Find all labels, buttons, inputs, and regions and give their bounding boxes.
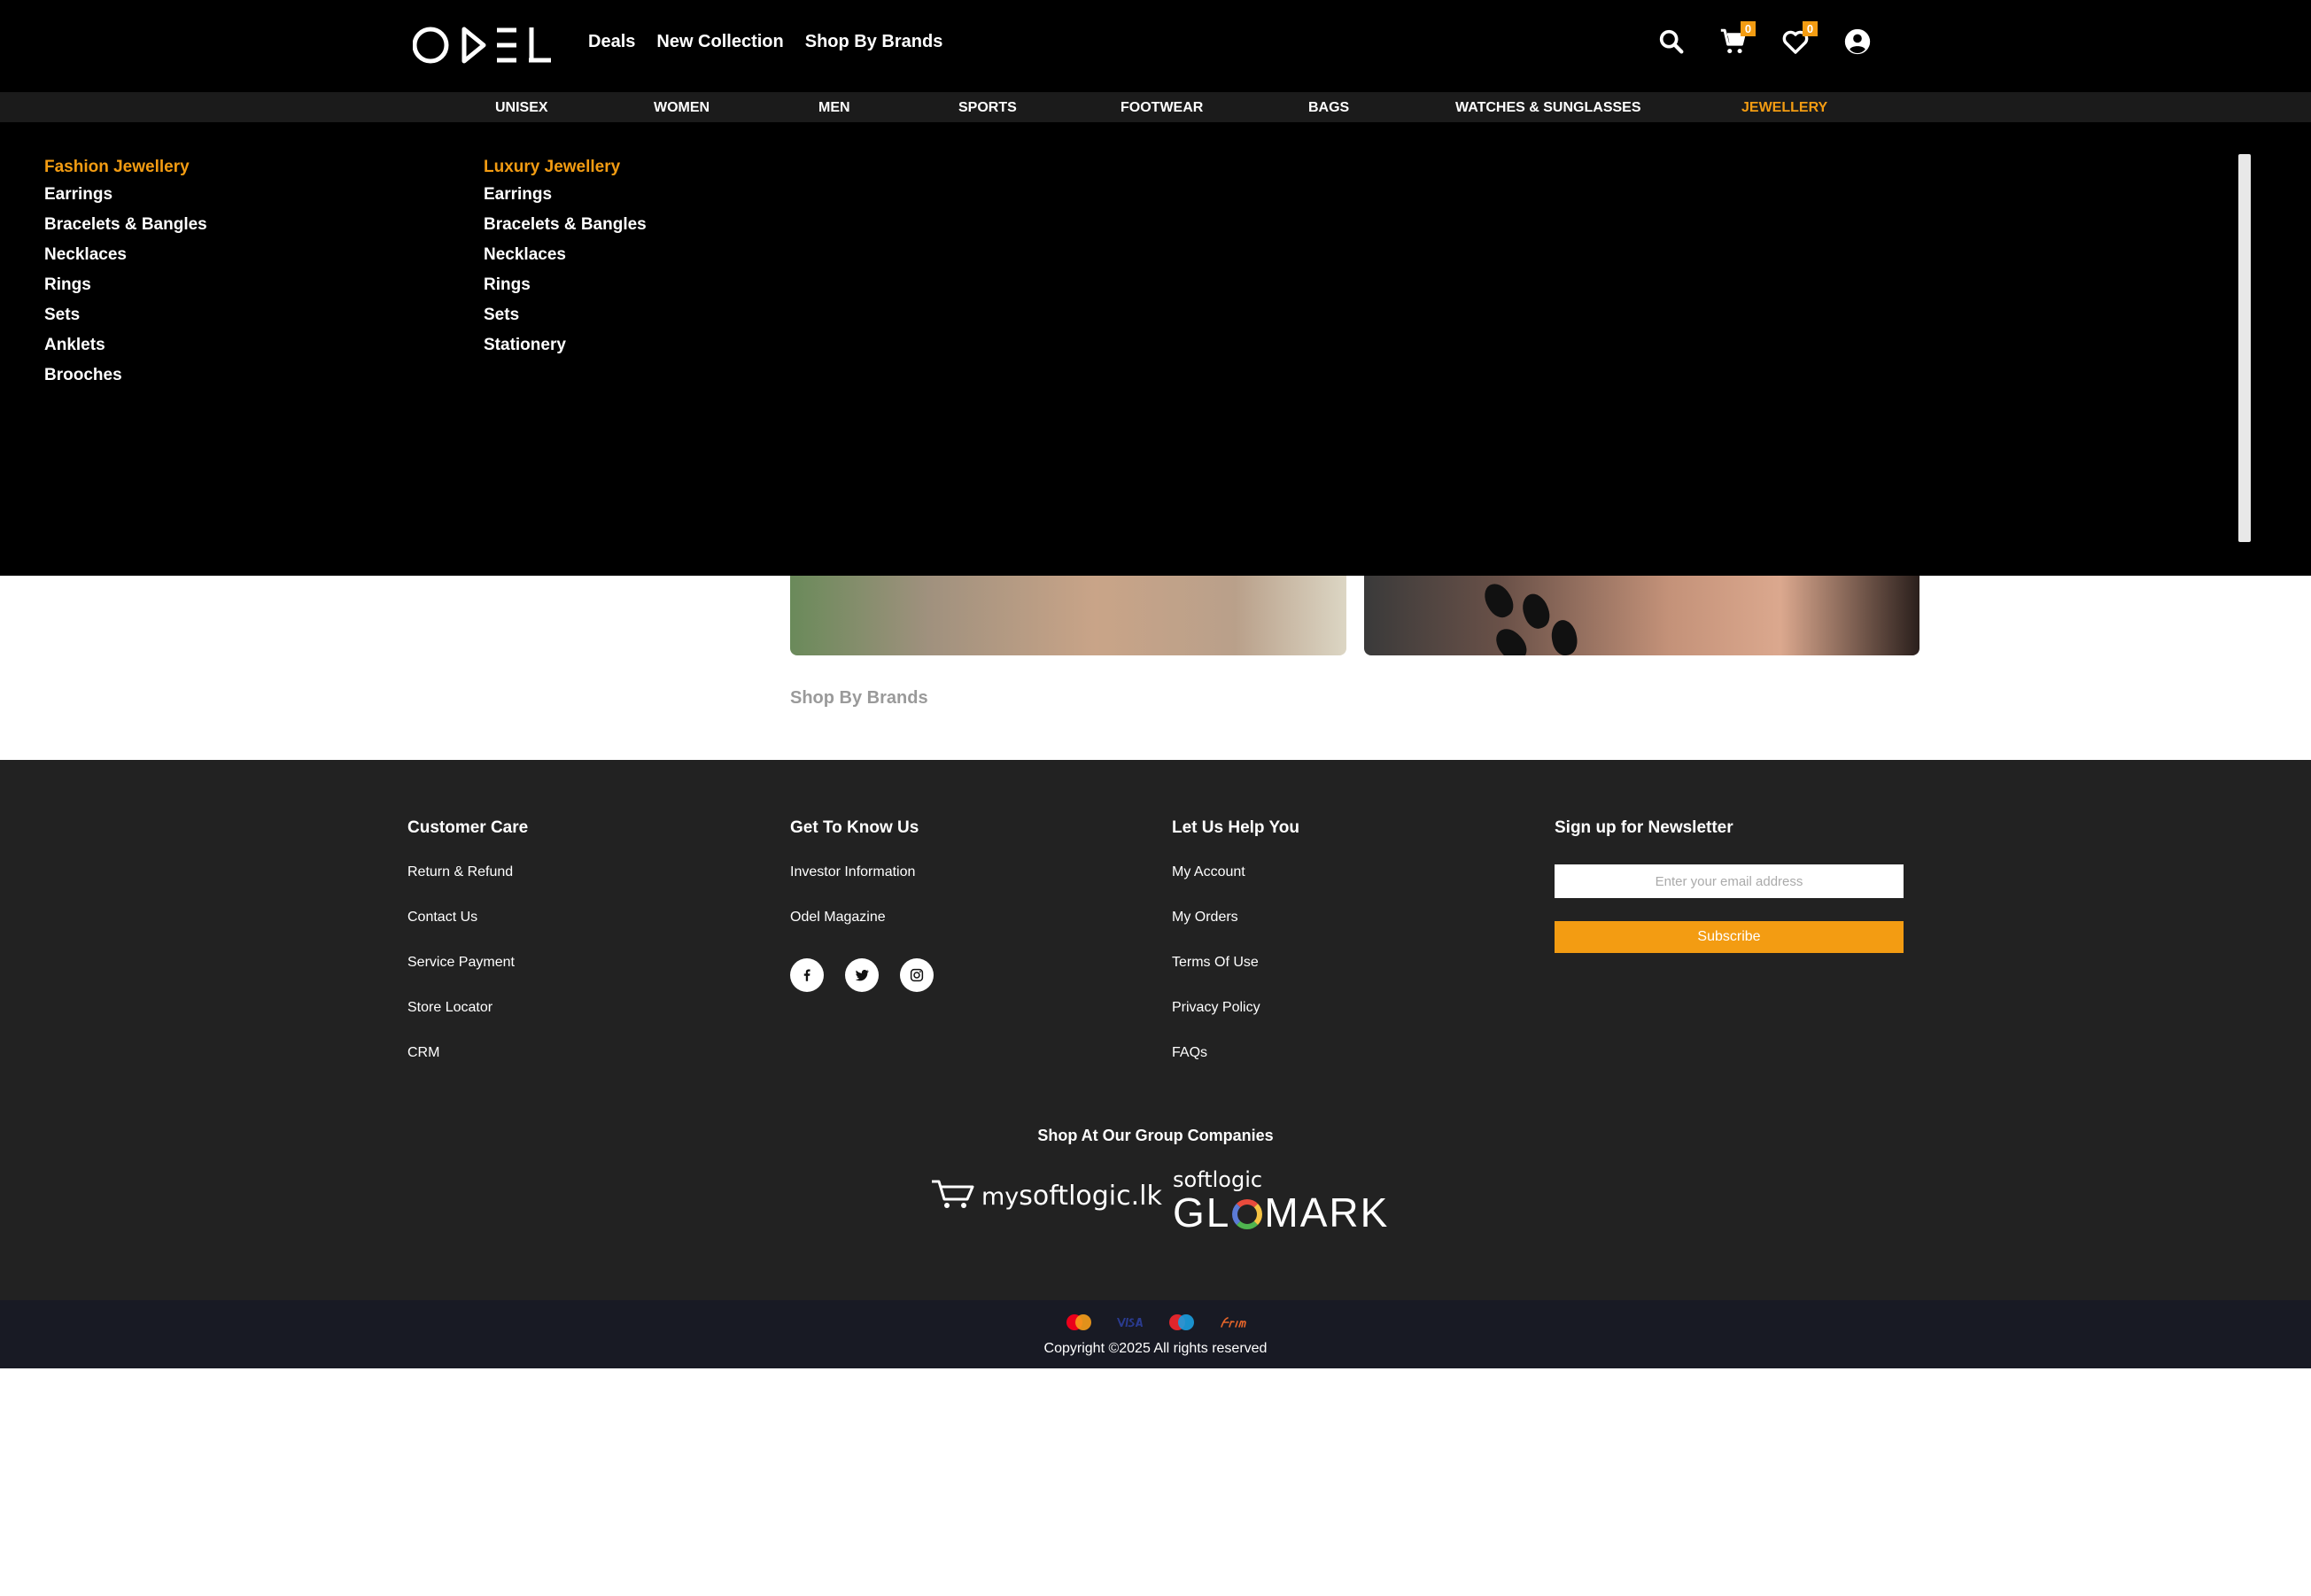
footer-heading-let-us-help-you: Let Us Help You xyxy=(1172,818,1299,837)
mysoftlogic-logo[interactable]: mysoftlogic.lk xyxy=(930,1176,1162,1212)
visa-icon xyxy=(1114,1313,1146,1332)
footer-heading-customer-care: Customer Care xyxy=(407,818,529,837)
category-jewellery[interactable]: JEWELLERY xyxy=(1741,100,1827,116)
menu-item-rings[interactable]: Rings xyxy=(484,276,647,306)
menu-item-necklaces[interactable]: Necklaces xyxy=(44,246,207,276)
category-bar: UNISEX WOMEN MEN SPORTS FOOTWEAR BAGS WA… xyxy=(0,92,2311,122)
footer-link-store-locator[interactable]: Store Locator xyxy=(407,1000,528,1045)
menu-heading-fashion-jewellery[interactable]: Fashion Jewellery xyxy=(44,158,207,177)
menu-column-luxury-jewellery: Luxury Jewellery Earrings Bracelets & Ba… xyxy=(484,158,647,367)
menu-item-anklets[interactable]: Anklets xyxy=(44,337,207,367)
jewellery-mega-menu: Fashion Jewellery Earrings Bracelets & B… xyxy=(0,122,2311,576)
copyright-text: Copyright ©2025 All rights reserved xyxy=(1043,1341,1268,1356)
footer-link-service-payment[interactable]: Service Payment xyxy=(407,955,528,1000)
category-footwear[interactable]: FOOTWEAR xyxy=(1121,100,1203,116)
footer-link-faqs[interactable]: FAQs xyxy=(1172,1045,1299,1090)
glomark-logo[interactable]: softlogic GL MARK xyxy=(1173,1169,1389,1235)
newsletter-email-input[interactable] xyxy=(1555,864,1904,898)
wishlist-count-badge: 0 xyxy=(1803,21,1818,36)
menu-item-earrings[interactable]: Earrings xyxy=(484,186,647,216)
menu-item-earrings[interactable]: Earrings xyxy=(44,186,207,216)
instagram-icon[interactable] xyxy=(900,958,934,992)
subscribe-button[interactable]: Subscribe xyxy=(1555,921,1904,953)
footer-link-terms-of-use[interactable]: Terms Of Use xyxy=(1172,955,1299,1000)
category-women[interactable]: WOMEN xyxy=(654,100,710,116)
mysoftlogic-my: my xyxy=(981,1183,1020,1211)
menu-item-bracelets-bangles[interactable]: Bracelets & Bangles xyxy=(484,216,647,246)
glomark-text-a: GL xyxy=(1173,1189,1231,1236)
glomark-ring-icon xyxy=(1232,1199,1263,1229)
cart-count-badge: 0 xyxy=(1741,21,1756,36)
nav-deals[interactable]: Deals xyxy=(588,32,635,52)
heart-icon[interactable]: 0 xyxy=(1780,21,1818,57)
footer-let-us-help-you: Let Us Help You My Account My Orders Ter… xyxy=(1172,818,1299,1090)
glomark-softlogic-text: softlogic xyxy=(1173,1167,1263,1192)
twitter-icon[interactable] xyxy=(845,958,879,992)
menu-item-sets[interactable]: Sets xyxy=(484,306,647,337)
category-unisex[interactable]: UNISEX xyxy=(495,100,548,116)
top-nav: Deals New Collection Shop By Brands xyxy=(588,32,942,52)
menu-item-rings[interactable]: Rings xyxy=(44,276,207,306)
category-sports[interactable]: SPORTS xyxy=(958,100,1017,116)
footer-link-privacy-policy[interactable]: Privacy Policy xyxy=(1172,1000,1299,1045)
menu-scrollbar[interactable] xyxy=(2238,154,2251,542)
menu-item-bracelets-bangles[interactable]: Bracelets & Bangles xyxy=(44,216,207,246)
footer-link-crm[interactable]: CRM xyxy=(407,1045,528,1090)
category-watches-sunglasses[interactable]: WATCHES & SUNGLASSES xyxy=(1455,100,1641,116)
footer-bottom-bar: Copyright ©2025 All rights reserved xyxy=(0,1300,2311,1368)
footer-customer-care: Customer Care Return & Refund Contact Us… xyxy=(407,818,528,1090)
site-footer: Customer Care Return & Refund Contact Us… xyxy=(0,760,2311,1300)
mysoftlogic-main: softlogic xyxy=(1019,1181,1131,1212)
footer-link-my-orders[interactable]: My Orders xyxy=(1172,910,1299,955)
category-men[interactable]: MEN xyxy=(818,100,850,116)
cart-icon[interactable]: 0 xyxy=(1718,21,1756,57)
mastercard-icon xyxy=(1063,1313,1095,1332)
footer-link-my-account[interactable]: My Account xyxy=(1172,864,1299,910)
glomark-text-b: MARK xyxy=(1264,1189,1390,1236)
facebook-icon[interactable] xyxy=(790,958,824,992)
menu-heading-luxury-jewellery[interactable]: Luxury Jewellery xyxy=(484,158,647,177)
mysoftlogic-tld: .lk xyxy=(1130,1181,1162,1212)
footer-link-return-refund[interactable]: Return & Refund xyxy=(407,864,528,910)
user-icon[interactable] xyxy=(1842,27,1873,57)
footer-get-to-know-us: Get To Know Us Investor Information Odel… xyxy=(790,818,934,992)
social-links xyxy=(790,958,934,992)
footer-link-odel-magazine[interactable]: Odel Magazine xyxy=(790,910,934,955)
footer-heading-newsletter: Sign up for Newsletter xyxy=(1555,818,1733,837)
payment-methods xyxy=(0,1313,2311,1332)
footer-newsletter: Sign up for Newsletter Subscribe xyxy=(1555,818,1904,953)
footer-heading-get-to-know-us: Get To Know Us xyxy=(790,818,919,837)
menu-item-necklaces[interactable]: Necklaces xyxy=(484,246,647,276)
shop-by-brands-heading: Shop By Brands xyxy=(790,688,928,708)
odel-logo[interactable] xyxy=(412,25,553,66)
footer-link-investor-information[interactable]: Investor Information xyxy=(790,864,934,910)
maestro-icon xyxy=(1166,1313,1198,1332)
category-bags[interactable]: BAGS xyxy=(1308,100,1349,116)
group-companies-heading: Shop At Our Group Companies xyxy=(1037,1127,1274,1144)
header-icons: 0 0 xyxy=(1656,21,1873,57)
menu-column-fashion-jewellery: Fashion Jewellery Earrings Bracelets & B… xyxy=(44,158,207,397)
nav-shop-by-brands[interactable]: Shop By Brands xyxy=(805,32,943,52)
frimi-icon xyxy=(1217,1313,1249,1332)
menu-item-sets[interactable]: Sets xyxy=(44,306,207,337)
cart-icon xyxy=(932,1180,974,1208)
menu-item-stationery[interactable]: Stationery xyxy=(484,337,647,367)
menu-item-brooches[interactable]: Brooches xyxy=(44,367,207,397)
footer-link-contact-us[interactable]: Contact Us xyxy=(407,910,528,955)
search-icon[interactable] xyxy=(1656,27,1687,57)
nav-new-collection[interactable]: New Collection xyxy=(656,32,783,52)
site-header: Deals New Collection Shop By Brands 0 0 xyxy=(0,0,2311,92)
